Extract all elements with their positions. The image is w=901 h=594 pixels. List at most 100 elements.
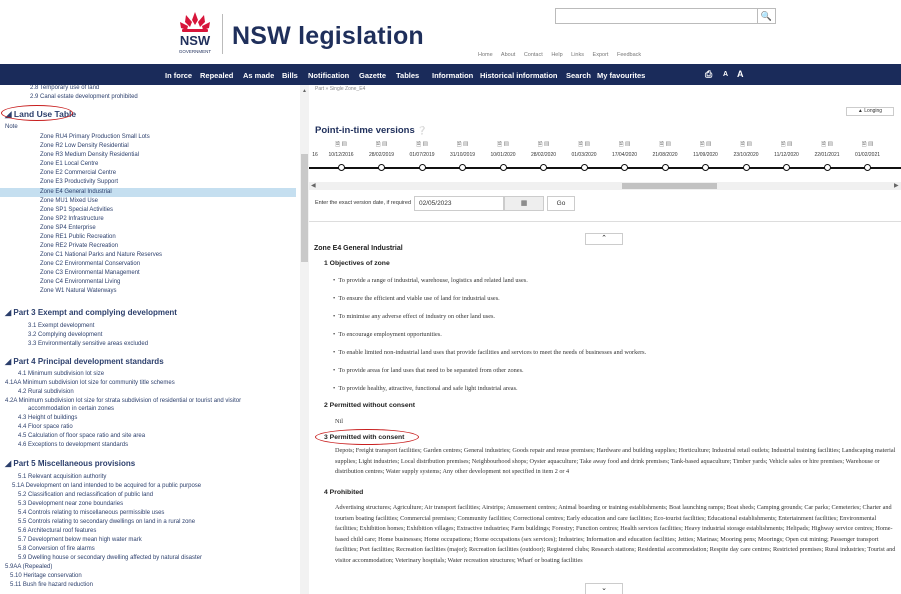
pdf-icon[interactable]: 🗎 [416,142,421,148]
breadcrumb[interactable]: Part » Single Zone_E4 [315,86,365,92]
timeline-version[interactable]: 🗎 ▤ 11/09/2020 [686,140,726,158]
timeline-version[interactable]: 🗎 ▤ 01/07/2019 [402,140,442,158]
search-button[interactable]: 🔍 [758,8,776,24]
toc-zone[interactable]: Zone E3 Productivity Support [40,179,118,185]
toc-item[interactable]: 4.6 Exceptions to development standards [18,442,128,448]
timeline-node[interactable] [621,164,628,171]
pdf-icon[interactable]: 🗎 [457,142,462,148]
toc-item-continued[interactable]: accommodation in certain zones [28,406,114,412]
toc-item[interactable]: 2.9 Canal estate development prohibited [30,94,138,100]
help-link[interactable]: Help [551,52,562,58]
pdf-icon[interactable]: 🗎 [335,142,340,148]
doc-icon[interactable]: ▤ [868,142,873,148]
timeline-version[interactable]: 🗎 ▤ 22/01/2021 [807,140,847,158]
nav-search[interactable]: Search [566,71,591,80]
toc-item[interactable]: 5.7 Development below mean high water ma… [18,537,142,543]
toc-item[interactable]: 5.10 Heritage conservation [10,573,82,579]
toc-zone[interactable]: Zone R3 Medium Density Residential [40,152,139,158]
toc-item[interactable]: 5.1 Relevant acquisition authority [18,474,106,480]
toc-item[interactable]: 5.9AA (Repealed) [5,564,52,570]
timeline-node[interactable] [337,164,345,171]
nav-historical-information[interactable]: Historical information [480,71,558,80]
calendar-button[interactable]: ▦ [504,196,544,211]
home-link[interactable]: Home [478,52,493,58]
nav-bills[interactable]: Bills [282,71,298,80]
timeline-node[interactable] [459,164,466,171]
contact-link[interactable]: Contact [524,52,543,58]
doc-icon[interactable]: ▤ [382,142,387,148]
toc-zone[interactable]: Zone SP1 Special Activities [40,207,113,213]
toc-item[interactable]: 4.2A Minimum subdivision lot size for st… [5,398,241,404]
nav-information[interactable]: Information [432,71,473,80]
toc-part-3[interactable]: ◢ Part 3 Exempt and complying developmen… [5,308,177,317]
nav-notification[interactable]: Notification [308,71,349,80]
toc-item[interactable]: 2.8 Temporary use of land [30,85,99,91]
collapse-up-button[interactable]: ⌃ [585,233,623,245]
toc-zone[interactable]: Zone R2 Low Density Residential [40,143,129,149]
toc-item[interactable]: 5.8 Conversion of fire alarms [18,546,95,552]
links-link[interactable]: Links [571,52,584,58]
timeline-version[interactable]: 🗎 ▤ 23/10/2020 [726,140,766,158]
timeline-version[interactable]: 🗎 ▤ 21/08/2020 [645,140,685,158]
pdf-icon[interactable]: 🗎 [659,142,664,148]
toc-item[interactable]: 3.2 Complying development [28,332,102,338]
pdf-icon[interactable]: 🗎 [821,142,826,148]
about-link[interactable]: About [501,52,515,58]
toc-part-5[interactable]: ◢ Part 5 Miscellaneous provisions [5,459,135,468]
toc-zone[interactable]: Zone RU4 Primary Production Small Lots [40,134,150,140]
toc-zone[interactable]: Zone MU1 Mixed Use [40,198,98,204]
nav-my-favourites[interactable]: My favourites [597,71,645,80]
font-small-button[interactable]: A [723,71,728,78]
pdf-icon[interactable]: 🗎 [619,142,624,148]
toc-zone[interactable]: Zone RE2 Private Recreation [40,243,118,249]
timeline-node[interactable] [499,164,507,171]
scroll-right-arrow-icon[interactable]: ▶ [894,182,899,189]
pdf-icon[interactable]: 🗎 [862,142,867,148]
toc-zone[interactable]: Zone W1 Natural Waterways [40,288,116,294]
toc-zone[interactable]: Zone SP2 Infrastructure [40,216,104,222]
pdf-icon[interactable]: 🗎 [376,142,381,148]
longing-button[interactable]: ▲ Longing [846,107,894,116]
timeline-version[interactable]: 🗎 ▤ 17/04/2020 [605,140,645,158]
pdf-icon[interactable]: 🗎 [700,142,705,148]
timeline-node[interactable] [823,164,831,171]
timeline-version[interactable]: 🗎 ▤ 11/12/2020 [767,140,807,158]
toc-item[interactable]: 5.6 Architectural roof features [18,528,96,534]
toc-item[interactable]: 4.4 Floor space ratio [18,424,73,430]
toc-item[interactable]: 4.1 Minimum subdivision lot size [18,371,104,377]
doc-icon[interactable]: ▤ [828,142,833,148]
pdf-icon[interactable]: 🗎 [740,142,745,148]
doc-icon[interactable]: ▤ [585,142,590,148]
doc-icon[interactable]: ▤ [423,142,428,148]
nsw-government-logo[interactable]: NSW GOVERNMENT [168,10,222,58]
toc-item[interactable]: 4.2 Rural subdivision [18,389,74,395]
doc-icon[interactable]: ▤ [625,142,630,148]
feedback-link[interactable]: Feedback [617,52,641,58]
toc-item[interactable]: 5.3 Development near zone boundaries [18,501,123,507]
timeline-node[interactable] [418,164,426,171]
export-link[interactable]: Export [593,52,609,58]
toc-item[interactable]: 3.3 Environmentally sensitive areas excl… [28,341,148,347]
doc-icon[interactable]: ▤ [747,142,752,148]
toc-zone-selected[interactable]: Zone E4 General Industrial [40,189,112,195]
timeline-node[interactable] [378,164,385,171]
pdf-icon[interactable]: 🗎 [497,142,502,148]
pdf-icon[interactable]: 🗎 [781,142,786,148]
timeline-node[interactable] [864,164,871,171]
toc-zone[interactable]: Zone SP4 Enterprise [40,225,96,231]
toc-zone[interactable]: Zone C2 Environmental Conservation [40,261,140,267]
toc-zone[interactable]: Zone C4 Environmental Living [40,279,120,285]
doc-icon[interactable]: ▤ [666,142,671,148]
toc-zone[interactable]: Zone RE1 Public Recreation [40,234,116,240]
doc-icon[interactable]: ▤ [504,142,509,148]
timeline-scrollbar[interactable] [309,182,901,190]
pdf-icon[interactable]: 🗎 [578,142,583,148]
timeline-node[interactable] [742,164,750,171]
doc-icon[interactable]: ▤ [544,142,549,148]
timeline-node[interactable] [783,164,790,171]
timeline-node[interactable] [661,164,669,171]
help-icon[interactable]: ❔ [417,126,427,135]
toc-item[interactable]: 5.9 Dwelling house or secondary dwelling… [18,555,202,561]
timeline-node[interactable] [702,164,709,171]
doc-icon[interactable]: ▤ [463,142,468,148]
